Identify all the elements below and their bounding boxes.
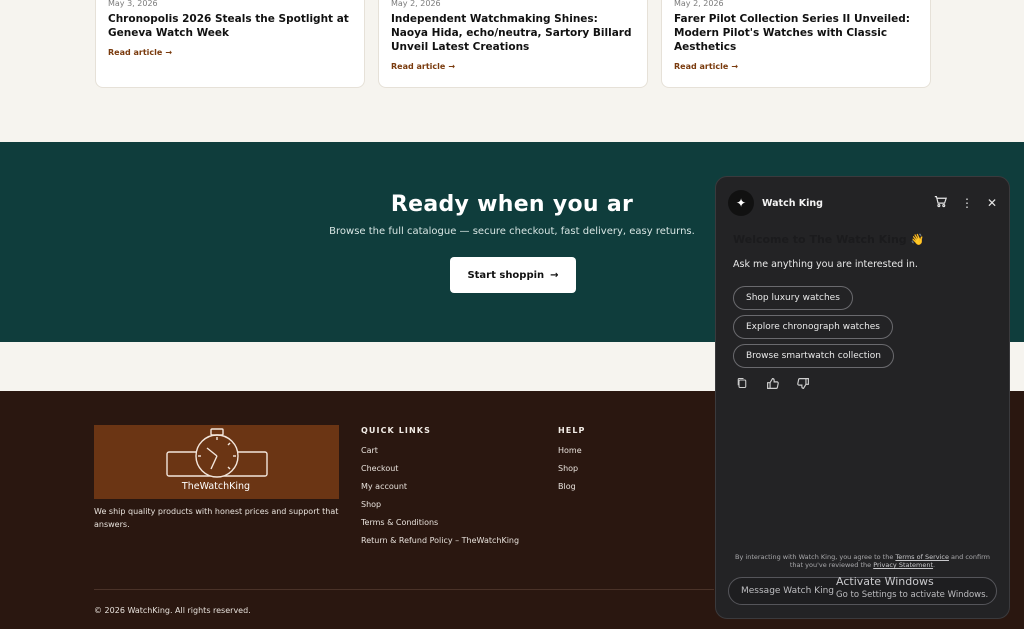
copyright: © 2026 WatchKing. All rights reserved.: [94, 606, 251, 615]
welcome-text: Welcome to The Watch King: [733, 233, 907, 246]
arrow-right-icon: →: [165, 48, 173, 57]
read-article-link[interactable]: Read article →: [391, 62, 455, 71]
thumbs-down-icon[interactable]: [797, 377, 810, 393]
copy-icon[interactable]: [736, 377, 748, 393]
start-shopping-label: Start shoppin: [467, 269, 545, 281]
footer-link-cart[interactable]: Cart: [361, 442, 519, 460]
chat-widget: ✦ Watch King ⋮ ✕ Welcome to The Watch Ki…: [715, 176, 1010, 619]
read-article-label: Read article: [674, 62, 729, 71]
chat-welcome: Welcome to The Watch King 👋: [733, 233, 924, 246]
start-shopping-button[interactable]: Start shoppin →: [450, 257, 576, 293]
suggestion-chip-smartwatch[interactable]: Browse smartwatch collection: [733, 344, 894, 368]
suggestion-chip-chronograph[interactable]: Explore chronograph watches: [733, 315, 893, 339]
read-article-link[interactable]: Read article →: [108, 48, 172, 57]
footer-link-checkout[interactable]: Checkout: [361, 460, 519, 478]
arrow-right-icon: →: [448, 62, 456, 71]
read-article-link[interactable]: Read article →: [674, 62, 738, 71]
sparkle-icon: ✦: [728, 190, 754, 216]
article-card[interactable]: May 2, 2026 Farer Pilot Collection Serie…: [661, 0, 931, 88]
read-article-label: Read article: [108, 48, 163, 57]
wave-icon: 👋: [910, 233, 925, 246]
article-date: May 2, 2026: [674, 0, 724, 8]
article-card[interactable]: May 3, 2026 Chronopolis 2026 Steals the …: [95, 0, 365, 88]
article-title[interactable]: Independent Watchmaking Shines: Naoya Hi…: [391, 12, 635, 54]
footer-link-terms[interactable]: Terms & Conditions: [361, 514, 519, 532]
article-date: May 3, 2026: [108, 0, 158, 8]
legal-text: .: [933, 561, 936, 569]
arrow-right-icon: →: [731, 62, 739, 71]
article-date: May 2, 2026: [391, 0, 441, 8]
chat-header: ✦ Watch King ⋮ ✕: [728, 189, 997, 217]
chat-intro: Ask me anything you are interested in.: [733, 259, 918, 270]
site-logo[interactable]: TheWatchKing: [94, 425, 339, 499]
more-options-icon[interactable]: ⋮: [961, 196, 973, 210]
chat-legal-notice: By interacting with Watch King, you agre…: [734, 553, 991, 569]
logo-text: TheWatchKing: [181, 481, 251, 492]
quick-links-list: Cart Checkout My account Shop Terms & Co…: [361, 442, 519, 550]
help-links-list: Home Shop Blog: [558, 442, 582, 496]
close-icon[interactable]: ✕: [987, 196, 997, 210]
chat-header-actions: ⋮ ✕: [934, 195, 997, 211]
footer-link-blog[interactable]: Blog: [558, 478, 582, 496]
footer-link-shop[interactable]: Shop: [558, 460, 582, 478]
footer-link-home[interactable]: Home: [558, 442, 582, 460]
cart-icon[interactable]: [934, 195, 947, 211]
activate-windows-title: Activate Windows: [836, 575, 934, 588]
activate-windows-watermark: Activate Windows Go to Settings to activ…: [836, 575, 988, 600]
activate-windows-subtitle: Go to Settings to activate Windows.: [836, 590, 989, 600]
message-feedback: [736, 377, 810, 393]
thumbs-up-icon[interactable]: [766, 377, 779, 393]
arrow-right-icon: →: [550, 269, 559, 281]
article-card[interactable]: May 2, 2026 Independent Watchmaking Shin…: [378, 0, 648, 88]
chat-bot-name: Watch King: [762, 197, 823, 209]
terms-of-service-link[interactable]: Terms of Service: [895, 553, 949, 561]
legal-text: By interacting with Watch King, you agre…: [735, 553, 896, 561]
quick-links-title: QUICK LINKS: [361, 426, 431, 435]
footer-link-shop[interactable]: Shop: [361, 496, 519, 514]
article-title[interactable]: Farer Pilot Collection Series II Unveile…: [674, 12, 918, 54]
footer-tagline: We ship quality products with honest pri…: [94, 507, 339, 529]
read-article-label: Read article: [391, 62, 446, 71]
footer-link-my-account[interactable]: My account: [361, 478, 519, 496]
suggestion-chip-luxury[interactable]: Shop luxury watches: [733, 286, 853, 310]
article-title[interactable]: Chronopolis 2026 Steals the Spotlight at…: [108, 12, 352, 40]
articles-section: May 3, 2026 Chronopolis 2026 Steals the …: [0, 0, 1024, 142]
footer-divider: [94, 589, 714, 590]
privacy-statement-link[interactable]: Privacy Statement: [873, 561, 933, 569]
footer-link-refund-policy[interactable]: Return & Refund Policy – TheWatchKing: [361, 532, 519, 550]
help-title: HELP: [558, 426, 586, 435]
